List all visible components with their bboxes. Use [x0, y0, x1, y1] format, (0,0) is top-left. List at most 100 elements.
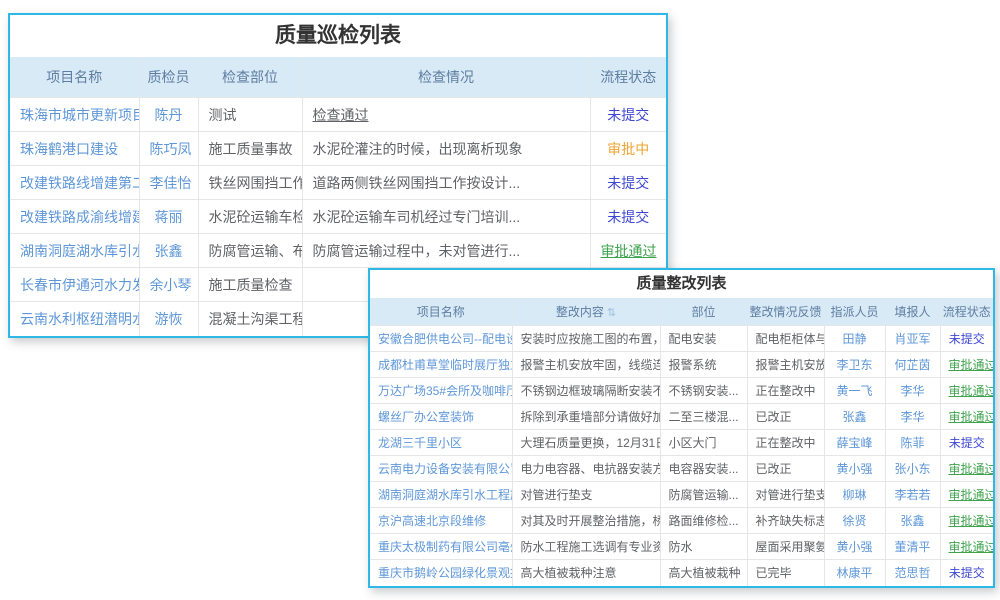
- assignee-cell[interactable]: 柳琳: [824, 482, 885, 508]
- project-name-cell[interactable]: 改建铁路成渝线增建第...: [10, 200, 139, 234]
- reporter-cell[interactable]: 李若若: [885, 482, 940, 508]
- reporter-cell[interactable]: 张鑫: [885, 508, 940, 534]
- col-header-project-name: 项目名称: [370, 298, 512, 326]
- assignee-cell[interactable]: 林康平: [824, 560, 885, 586]
- flow-status-cell[interactable]: 未提交: [940, 560, 993, 586]
- inspection-situation-cell: 水泥砼运输车司机经过专门培训...: [302, 200, 590, 234]
- flow-status-cell[interactable]: 审批通过: [940, 508, 993, 534]
- reporter-cell[interactable]: 李华: [885, 404, 940, 430]
- rectify-table-row: 万达广场35#会所及咖啡厅空... 不锈钢边框玻璃隔断安装不牢... 不锈钢安装…: [370, 378, 993, 404]
- assignee-cell[interactable]: 黄小强: [824, 456, 885, 482]
- rectify-content-cell: 不锈钢边框玻璃隔断安装不牢...: [512, 378, 660, 404]
- rectify-content-cell: 拆除到承重墙部分请做好加固...: [512, 404, 660, 430]
- assignee-cell[interactable]: 黄一飞: [824, 378, 885, 404]
- flow-status-cell[interactable]: 未提交: [940, 326, 993, 352]
- part-cell: 电容器安装...: [660, 456, 747, 482]
- reporter-cell[interactable]: 陈菲: [885, 430, 940, 456]
- inspection-table-row: 改建铁路线增建第二线... 李佳怡 铁丝网围挡工作检查 道路两侧铁丝网围挡工作按…: [10, 166, 666, 200]
- inspector-cell[interactable]: 张鑫: [139, 234, 198, 268]
- col-header-inspection-situation: 检查情况: [302, 57, 590, 98]
- assignee-cell[interactable]: 张鑫: [824, 404, 885, 430]
- inspector-cell[interactable]: 陈丹: [139, 98, 198, 132]
- inspection-situation-cell: 防腐管运输过程中，未对管进行...: [302, 234, 590, 268]
- flow-status-cell[interactable]: 未提交: [590, 166, 666, 200]
- rectify-table-row: 龙湖三千里小区 大理石质量更换，12月31日之... 小区大门 正在整改中 薛宝…: [370, 430, 993, 456]
- part-cell: 不锈钢安装...: [660, 378, 747, 404]
- project-name-cell[interactable]: 云南电力设备安装有限公司20...: [370, 456, 512, 482]
- flow-status-cell[interactable]: 审批通过: [940, 534, 993, 560]
- project-name-cell[interactable]: 重庆市鹅岭公园绿化景观提升...: [370, 560, 512, 586]
- inspector-cell[interactable]: 余小琴: [139, 268, 198, 302]
- reporter-cell[interactable]: 范思哲: [885, 560, 940, 586]
- feedback-cell: 对管进行垫支: [747, 482, 824, 508]
- feedback-cell: 屋面采用聚氨...: [747, 534, 824, 560]
- flow-status-cell[interactable]: 审批通过: [940, 456, 993, 482]
- col-header-flow-status: 流程状态: [940, 298, 993, 326]
- rectify-table-row: 螺丝厂办公室装饰 拆除到承重墙部分请做好加固... 二至三楼混... 已改正 张…: [370, 404, 993, 430]
- feedback-cell: 已改正: [747, 456, 824, 482]
- inspection-part-cell: 防腐管运输、布管: [198, 234, 302, 268]
- flow-status-cell[interactable]: 审批通过: [940, 482, 993, 508]
- project-name-cell[interactable]: 京沪高速北京段维修: [370, 508, 512, 534]
- inspection-part-cell: 混凝土沟渠工程: [198, 302, 302, 336]
- feedback-cell: 报警主机安放...: [747, 352, 824, 378]
- project-name-cell[interactable]: 改建铁路线增建第二线...: [10, 166, 139, 200]
- reporter-cell[interactable]: 肖亚军: [885, 326, 940, 352]
- flow-status-cell[interactable]: 审批通过: [940, 404, 993, 430]
- rectify-table-title: 质量整改列表: [370, 270, 993, 298]
- assignee-cell[interactable]: 黄小强: [824, 534, 885, 560]
- rectify-content-cell: 大理石质量更换，12月31日之...: [512, 430, 660, 456]
- inspector-cell[interactable]: 蒋丽: [139, 200, 198, 234]
- rectify-table-row: 重庆太极制药有限公司亳州中... 防水工程施工选调有专业资质... 防水 屋面采…: [370, 534, 993, 560]
- flow-status-cell[interactable]: 未提交: [590, 98, 666, 132]
- project-name-cell[interactable]: 珠海市城市更新项目紫...: [10, 98, 139, 132]
- inspection-table-row: 湖南洞庭湖水库引水工... 张鑫 防腐管运输、布管 防腐管运输过程中，未对管进行…: [10, 234, 666, 268]
- inspector-cell[interactable]: 李佳怡: [139, 166, 198, 200]
- assignee-cell[interactable]: 李卫东: [824, 352, 885, 378]
- part-cell: 二至三楼混...: [660, 404, 747, 430]
- rectify-table: 项目名称 整改内容⇅ 部位 整改情况反馈 指派人员 填报人 流程状态 安徽合肥供…: [370, 298, 993, 586]
- assignee-cell[interactable]: 薛宝峰: [824, 430, 885, 456]
- sort-icon[interactable]: ⇅: [607, 307, 616, 319]
- project-name-cell[interactable]: 螺丝厂办公室装饰: [370, 404, 512, 430]
- reporter-cell[interactable]: 何芷茵: [885, 352, 940, 378]
- reporter-cell[interactable]: 李华: [885, 378, 940, 404]
- project-name-cell[interactable]: 湖南洞庭湖水库引水工程施工I标: [370, 482, 512, 508]
- rectify-table-row: 湖南洞庭湖水库引水工程施工I标 对管进行垫支 防腐管运输... 对管进行垫支 柳…: [370, 482, 993, 508]
- reporter-cell[interactable]: 董清平: [885, 534, 940, 560]
- project-name-cell[interactable]: 长春市伊通河水力发电...: [10, 268, 139, 302]
- rectify-content-cell: 高大植被栽种注意: [512, 560, 660, 586]
- flow-status-cell[interactable]: 未提交: [940, 430, 993, 456]
- project-name-cell[interactable]: 万达广场35#会所及咖啡厅空...: [370, 378, 512, 404]
- part-cell: 路面维修检...: [660, 508, 747, 534]
- flow-status-cell[interactable]: 审批中: [590, 132, 666, 166]
- flow-status-cell[interactable]: 审批通过: [590, 234, 666, 268]
- project-name-cell[interactable]: 安徽合肥供电公司--配电设备...: [370, 326, 512, 352]
- project-name-cell[interactable]: 湖南洞庭湖水库引水工...: [10, 234, 139, 268]
- col-header-feedback: 整改情况反馈: [747, 298, 824, 326]
- project-name-cell[interactable]: 云南水利枢纽潜明水库...: [10, 302, 139, 336]
- inspection-situation-cell: 水泥砼灌注的时候，出现离析现象: [302, 132, 590, 166]
- project-name-cell[interactable]: 成都杜甫草堂临时展厅独立展...: [370, 352, 512, 378]
- inspection-part-cell: 施工质量检查: [198, 268, 302, 302]
- inspection-header-row: 项目名称 质检员 检查部位 检查情况 流程状态: [10, 57, 666, 98]
- part-cell: 防腐管运输...: [660, 482, 747, 508]
- reporter-cell[interactable]: 张小东: [885, 456, 940, 482]
- page: { "colors": { "accent": "#2db8e6", "head…: [0, 0, 1000, 600]
- feedback-cell: 配电柜柜体与...: [747, 326, 824, 352]
- project-name-cell[interactable]: 重庆太极制药有限公司亳州中...: [370, 534, 512, 560]
- inspector-cell[interactable]: 游恢: [139, 302, 198, 336]
- project-name-cell[interactable]: 珠海鹤港口建设: [10, 132, 139, 166]
- inspector-cell[interactable]: 陈巧凤: [139, 132, 198, 166]
- inspection-situation-cell: 检查通过: [302, 98, 590, 132]
- part-cell: 配电安装: [660, 326, 747, 352]
- rectify-table-row: 重庆市鹅岭公园绿化景观提升... 高大植被栽种注意 高大植被栽种 已完毕 林康平…: [370, 560, 993, 586]
- flow-status-cell[interactable]: 审批通过: [940, 352, 993, 378]
- assignee-cell[interactable]: 田静: [824, 326, 885, 352]
- col-header-part: 部位: [660, 298, 747, 326]
- flow-status-cell[interactable]: 审批通过: [940, 378, 993, 404]
- assignee-cell[interactable]: 徐贤: [824, 508, 885, 534]
- rectify-content-cell: 防水工程施工选调有专业资质...: [512, 534, 660, 560]
- project-name-cell[interactable]: 龙湖三千里小区: [370, 430, 512, 456]
- flow-status-cell[interactable]: 未提交: [590, 200, 666, 234]
